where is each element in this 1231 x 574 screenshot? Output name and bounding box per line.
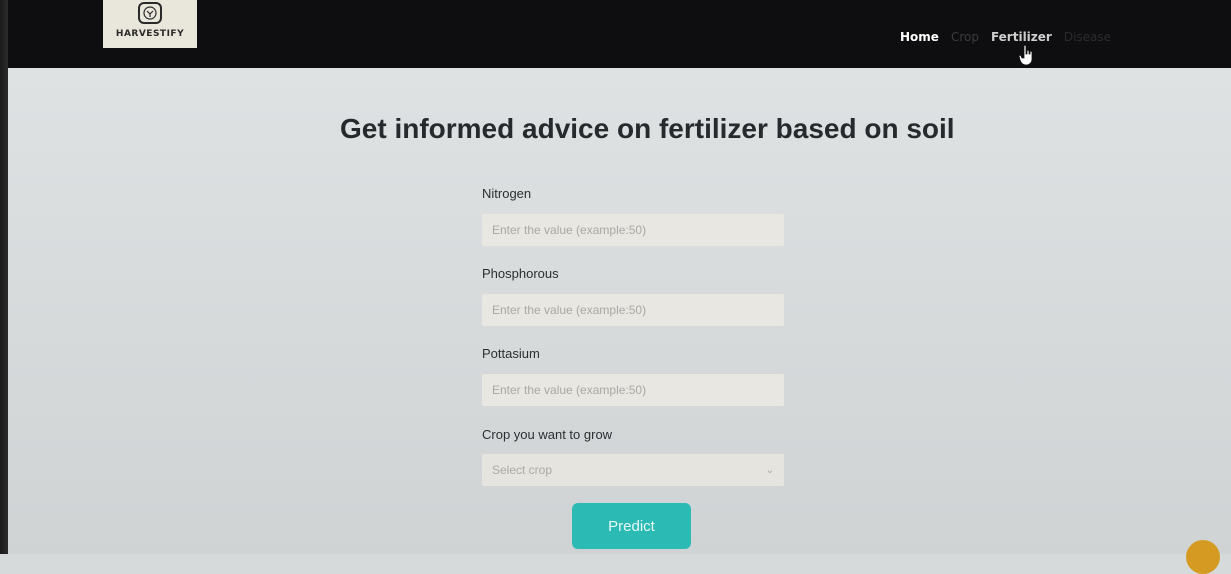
chevron-down-icon: ⌄ bbox=[765, 464, 774, 476]
pottasium-label: Pottasium bbox=[482, 346, 540, 361]
nav-item-crop[interactable]: Crop bbox=[951, 30, 979, 44]
crop-select-value: Select crop bbox=[492, 463, 553, 477]
nav-item-fertilizer[interactable]: Fertilizer bbox=[991, 30, 1052, 44]
hand-cursor-icon bbox=[1018, 44, 1033, 66]
main-nav: Home Crop Fertilizer Disease bbox=[900, 30, 1111, 44]
screen-bezel bbox=[0, 0, 8, 554]
crop-label: Crop you want to grow bbox=[482, 427, 613, 442]
floating-widget[interactable] bbox=[1186, 540, 1220, 574]
predict-button[interactable]: Predict bbox=[572, 503, 691, 549]
leaf-badge-icon bbox=[138, 2, 162, 24]
nitrogen-input[interactable] bbox=[482, 214, 784, 246]
phosphorous-label: Phosphorous bbox=[482, 266, 559, 281]
phosphorous-input[interactable] bbox=[482, 294, 784, 326]
brand-name: HARVESTIFY bbox=[115, 29, 185, 39]
crop-select[interactable]: Select crop ⌄ bbox=[482, 454, 784, 486]
brand-logo[interactable]: HARVESTIFY bbox=[103, 0, 197, 48]
nav-item-disease[interactable]: Disease bbox=[1064, 30, 1111, 44]
nav-item-home[interactable]: Home bbox=[900, 30, 939, 44]
nitrogen-label: Nitrogen bbox=[482, 186, 532, 201]
page-title: Get informed advice on fertilizer based … bbox=[340, 113, 955, 144]
pottasium-input[interactable] bbox=[482, 374, 784, 406]
